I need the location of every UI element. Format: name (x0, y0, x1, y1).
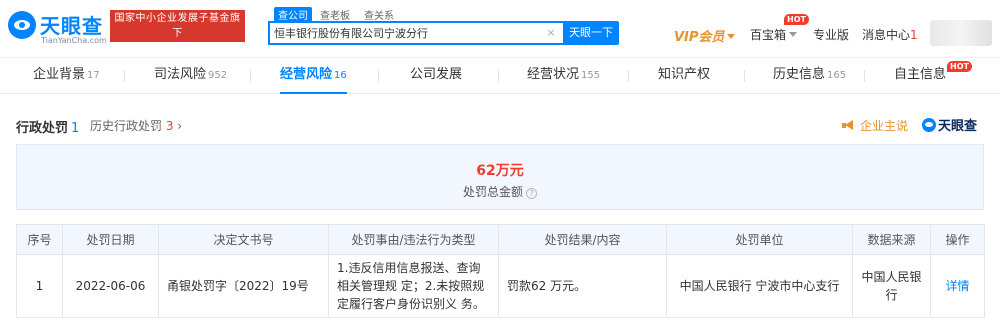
total-amount: 62万元 (476, 163, 524, 179)
chevron-down-icon (727, 34, 736, 39)
table-row: 1 2022-06-06 甬银处罚字〔2022〕19号 1.违反信用信息报送、查… (16, 254, 985, 318)
history-label: 历史行政处罚 (90, 119, 163, 133)
tab-count: 16 (334, 70, 347, 81)
tab-count: 165 (827, 70, 847, 81)
penalty-summary: 62万元 处罚总金额? (16, 144, 984, 210)
tab-divider (124, 70, 125, 82)
logo-name: 天眼查 (40, 14, 103, 38)
total-amount-label-text: 处罚总金额 (462, 185, 523, 199)
search-tab-boss[interactable]: 查老板 (320, 7, 350, 22)
search-tab-company[interactable]: 查公司 (274, 7, 312, 22)
vip-label: VIP会员 (674, 30, 725, 45)
site-logo[interactable]: 天眼查 TianYanCha.com (8, 9, 108, 49)
search-tab-relation[interactable]: 查关系 (364, 7, 394, 22)
banner-line-1: 国家中小企业发展子基金旗下 (114, 13, 241, 39)
cell-unit: 中国人民银行 宁波市中心支行 (666, 254, 853, 318)
tab-company-development[interactable]: 公司发展 (410, 58, 462, 94)
tab-company-background[interactable]: 企业背景 17 (33, 58, 100, 94)
section-title: 行政处罚 1 (16, 117, 79, 136)
tab-business-status[interactable]: 经营状况 155 (527, 58, 600, 94)
column-header: 处罚单位 (666, 224, 853, 255)
hot-badge: HOT (784, 14, 809, 25)
tab-label: 企业背景 (33, 67, 86, 82)
official-banner[interactable]: 国家中小企业发展子基金旗下 官方备案企业征信机构 (110, 10, 245, 54)
column-header: 决定文书号 (158, 224, 329, 255)
tab-label: 历史信息 (773, 67, 826, 82)
tab-count: 17 (87, 70, 100, 81)
column-header: 序号 (16, 224, 63, 255)
chevron-down-icon (789, 32, 798, 37)
category-tabs: 企业背景 17 司法风险 952 经营风险 16 公司发展 经营状况 155 知识产权 … (0, 58, 1000, 94)
tab-judicial-risk[interactable]: 司法风险 952 (154, 58, 227, 94)
tab-operating-risk[interactable]: 经营风险 16 (280, 58, 347, 94)
column-header: 处罚结果/内容 (498, 224, 667, 255)
message-count-badge: 1 (910, 28, 918, 42)
toolbox-menu[interactable]: 百宝箱 (750, 26, 798, 43)
logo-domain: TianYanCha.com (41, 36, 107, 45)
penalty-table: 序号 处罚日期 决定文书号 处罚事由/违法行为类型 处罚结果/内容 处罚单位 数… (16, 224, 985, 318)
tab-label: 经营状况 (527, 67, 580, 82)
tab-divider (250, 70, 251, 82)
cell-index: 1 (16, 254, 63, 318)
help-icon[interactable]: ? (526, 188, 537, 199)
table-header-row: 序号 处罚日期 决定文书号 处罚事由/违法行为类型 处罚结果/内容 处罚单位 数… (16, 224, 985, 255)
cell-action: 详情 (930, 254, 985, 318)
company-say-button[interactable]: 企业主说 (842, 117, 908, 134)
tianyancha-watermark: 天眼查 (922, 115, 977, 134)
message-center-label: 消息中心 (862, 28, 911, 42)
speaker-icon (842, 120, 856, 131)
chevron-right-icon: › (173, 119, 183, 133)
column-header: 处罚日期 (62, 224, 159, 255)
cell-result: 罚款62 万元。 (498, 254, 667, 318)
tab-label: 自主信息 (894, 67, 947, 82)
detail-link[interactable]: 详情 (945, 279, 969, 293)
section-count: 1 (71, 121, 80, 136)
clear-icon[interactable]: × (545, 27, 557, 39)
column-header: 数据来源 (852, 224, 931, 255)
pro-version-link[interactable]: 专业版 (813, 26, 849, 43)
search-box: × (268, 21, 563, 45)
tab-label: 公司发展 (410, 67, 463, 82)
tab-divider (744, 70, 745, 82)
cell-date: 2022-06-06 (62, 254, 159, 318)
toolbox-label: 百宝箱 (750, 28, 787, 42)
search-input[interactable] (270, 23, 540, 43)
company-say-label: 企业主说 (860, 119, 909, 133)
tab-label: 经营风险 (280, 67, 333, 82)
history-penalty-link[interactable]: 历史行政处罚 3 › (90, 117, 182, 134)
total-amount-label: 处罚总金额? (17, 183, 983, 200)
cell-reason: 1.违反信用信息报送、查询相关管理规 定；2.未按照规定履行客户身份识别义 务。 (328, 254, 499, 318)
hot-badge: HOT (947, 61, 972, 72)
tab-divider (628, 70, 629, 82)
watermark-text: 天眼查 (938, 119, 978, 134)
cell-doc-number: 甬银处罚字〔2022〕19号 (158, 254, 329, 318)
user-avatar[interactable] (930, 20, 992, 46)
tab-history-info[interactable]: 历史信息 165 (773, 58, 846, 94)
vip-member-menu[interactable]: VIP会员 (674, 26, 736, 45)
eye-logo-icon (8, 11, 36, 39)
column-header: 处罚事由/违法行为类型 (328, 224, 499, 255)
tab-divider (378, 70, 379, 82)
tab-divider (864, 70, 865, 82)
tab-divider (498, 70, 499, 82)
top-header: 天眼查 TianYanCha.com 国家中小企业发展子基金旗下 官方备案企业征… (0, 0, 1000, 58)
eye-logo-icon (922, 118, 936, 132)
section-title-label: 行政处罚 (16, 121, 69, 136)
tab-count: 155 (581, 70, 601, 81)
banner-line-2: 官方备案企业征信机构 (125, 43, 230, 54)
tab-self-info[interactable]: 自主信息 (894, 58, 946, 94)
message-center-link[interactable]: 消息中心1 (862, 26, 918, 43)
tab-label: 知识产权 (658, 67, 711, 82)
search-button[interactable]: 天眼一下 (563, 21, 619, 45)
tab-intellectual-property[interactable]: 知识产权 (658, 58, 710, 94)
tab-label: 司法风险 (154, 67, 207, 82)
column-header: 操作 (930, 224, 985, 255)
tab-count: 952 (208, 70, 228, 81)
cell-source: 中国人民银行 (852, 254, 931, 318)
